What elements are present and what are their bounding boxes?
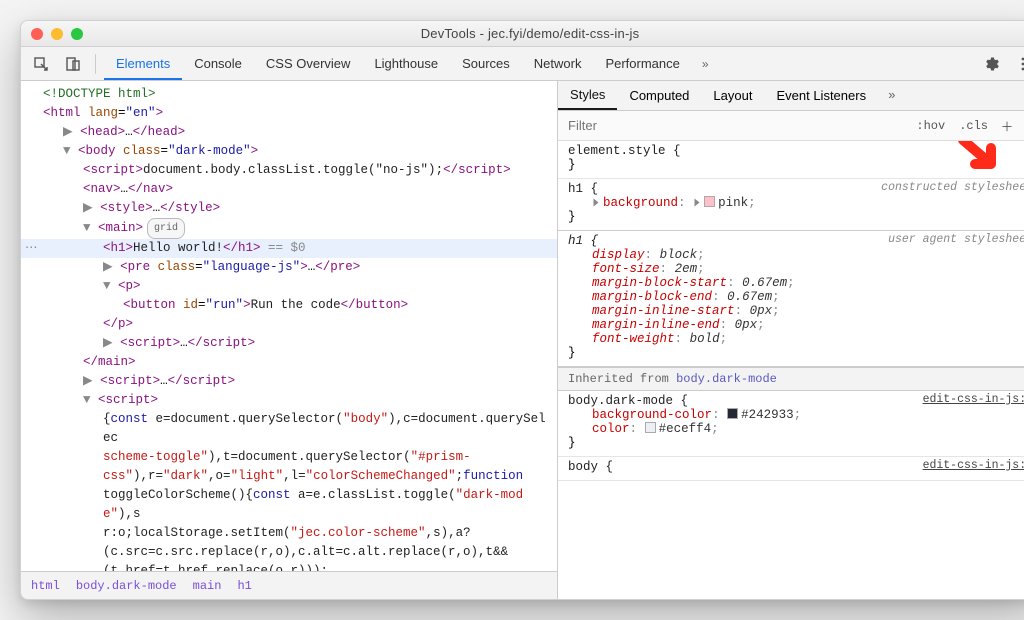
color-swatch-icon[interactable]: [645, 422, 656, 433]
annotation-arrow-icon: [957, 141, 1003, 178]
script-open-node[interactable]: ▼ <script>: [21, 391, 557, 410]
tab-css-overview[interactable]: CSS Overview: [254, 47, 363, 80]
rule-source: constructed stylesheet: [881, 181, 1024, 194]
device-icon[interactable]: [59, 50, 87, 78]
main-toolbar: Elements Console CSS Overview Lighthouse…: [21, 47, 1024, 81]
html-node[interactable]: <html lang="en">: [21, 104, 557, 123]
head-node[interactable]: ▶ <head>…</head>: [21, 123, 557, 142]
crumb-html[interactable]: html: [31, 579, 60, 593]
rule-element-style[interactable]: element.style { }: [558, 141, 1024, 179]
devtools-window: DevTools - jec.fyi/demo/edit-css-in-js E…: [20, 20, 1024, 600]
more-tabs-icon[interactable]: »: [692, 57, 719, 71]
crumb-h1[interactable]: h1: [237, 579, 251, 593]
gear-icon[interactable]: [977, 50, 1005, 78]
rule-h1-ua[interactable]: user agent stylesheet h1 { display: bloc…: [558, 231, 1024, 367]
nav-node[interactable]: <nav>…</nav>: [21, 180, 557, 199]
color-swatch-icon[interactable]: [704, 196, 715, 207]
crumb-main[interactable]: main: [193, 579, 222, 593]
elements-panel: <!DOCTYPE html> <html lang="en"> ▶ <head…: [21, 81, 558, 599]
tab-performance[interactable]: Performance: [593, 47, 691, 80]
inherit-link[interactable]: body.dark-mode: [676, 372, 777, 386]
stab-eventlisteners[interactable]: Event Listeners: [764, 81, 878, 110]
maximize-icon[interactable]: [71, 28, 83, 40]
color-swatch-icon[interactable]: [727, 408, 738, 419]
crumb-body[interactable]: body.dark-mode: [76, 579, 177, 593]
inspect-icon[interactable]: [27, 50, 55, 78]
tab-elements[interactable]: Elements: [104, 47, 182, 80]
rules-list[interactable]: element.style { } constructed stylesheet…: [558, 141, 1024, 599]
window-title: DevTools - jec.fyi/demo/edit-css-in-js: [83, 26, 977, 41]
filter-input[interactable]: [558, 111, 909, 140]
close-icon[interactable]: [31, 28, 43, 40]
computed-sidebar-icon[interactable]: [1019, 117, 1024, 135]
main-node[interactable]: ▼ <main>grid: [21, 218, 557, 239]
traffic-lights: [31, 28, 83, 40]
tab-network[interactable]: Network: [522, 47, 594, 80]
panel-tabs: Elements Console CSS Overview Lighthouse…: [104, 47, 719, 80]
titlebar: DevTools - jec.fyi/demo/edit-css-in-js: [21, 21, 1024, 47]
script-node-2[interactable]: ▶ <script>…</script>: [21, 334, 557, 353]
rule-source: user agent stylesheet: [888, 233, 1024, 246]
button-node[interactable]: <button id="run">Run the code</button>: [21, 296, 557, 315]
rule-source-link[interactable]: edit-css-in-js:1: [923, 393, 1024, 406]
cls-toggle[interactable]: .cls: [952, 116, 995, 136]
stab-layout[interactable]: Layout: [701, 81, 764, 110]
rule-body[interactable]: edit-css-in-js:1 body {: [558, 457, 1024, 481]
script-node-3[interactable]: ▶ <script>…</script>: [21, 372, 557, 391]
styles-pane: Styles Computed Layout Event Listeners »…: [558, 81, 1024, 599]
tab-lighthouse[interactable]: Lighthouse: [362, 47, 450, 80]
body-node[interactable]: ▼ <body class="dark-mode">: [21, 142, 557, 161]
rule-source-link[interactable]: edit-css-in-js:1: [923, 459, 1024, 472]
rule-h1-constructed[interactable]: constructed stylesheet h1 { background: …: [558, 179, 1024, 231]
script-node[interactable]: <script>document.body.classList.toggle("…: [21, 161, 557, 180]
expand-icon[interactable]: [594, 199, 599, 207]
minimize-icon[interactable]: [51, 28, 63, 40]
filter-bar: :hov .cls ＋: [558, 111, 1024, 141]
h1-node-selected[interactable]: <h1>Hello world!</h1> == $0: [21, 239, 557, 258]
side-tabs: Styles Computed Layout Event Listeners »: [558, 81, 1024, 111]
inherited-header: Inherited from body.dark-mode: [558, 367, 1024, 391]
p-close[interactable]: </p>: [21, 315, 557, 334]
main-close[interactable]: </main>: [21, 353, 557, 372]
tab-sources[interactable]: Sources: [450, 47, 522, 80]
p-node[interactable]: ▼ <p>: [21, 277, 557, 296]
expand-icon[interactable]: [695, 199, 700, 207]
new-rule-icon[interactable]: ＋: [995, 116, 1019, 135]
pre-node[interactable]: ▶ <pre class="language-js">…</pre>: [21, 258, 557, 277]
stab-styles[interactable]: Styles: [558, 81, 617, 110]
dom-tree[interactable]: <!DOCTYPE html> <html lang="en"> ▶ <head…: [21, 81, 557, 571]
doctype[interactable]: <!DOCTYPE html>: [43, 87, 156, 101]
grid-badge[interactable]: grid: [147, 218, 185, 239]
tab-console[interactable]: Console: [182, 47, 254, 80]
style-node[interactable]: ▶ <style>…</style>: [21, 199, 557, 218]
hov-toggle[interactable]: :hov: [909, 116, 952, 136]
stab-computed[interactable]: Computed: [617, 81, 701, 110]
more-side-tabs-icon[interactable]: »: [878, 89, 906, 103]
rule-body-darkmode[interactable]: edit-css-in-js:1 body.dark-mode { backgr…: [558, 391, 1024, 457]
breadcrumbs: html body.dark-mode main h1: [21, 571, 557, 599]
kebab-icon[interactable]: [1009, 50, 1024, 78]
script-body[interactable]: {const e=document.querySelector("body"),…: [21, 410, 557, 571]
